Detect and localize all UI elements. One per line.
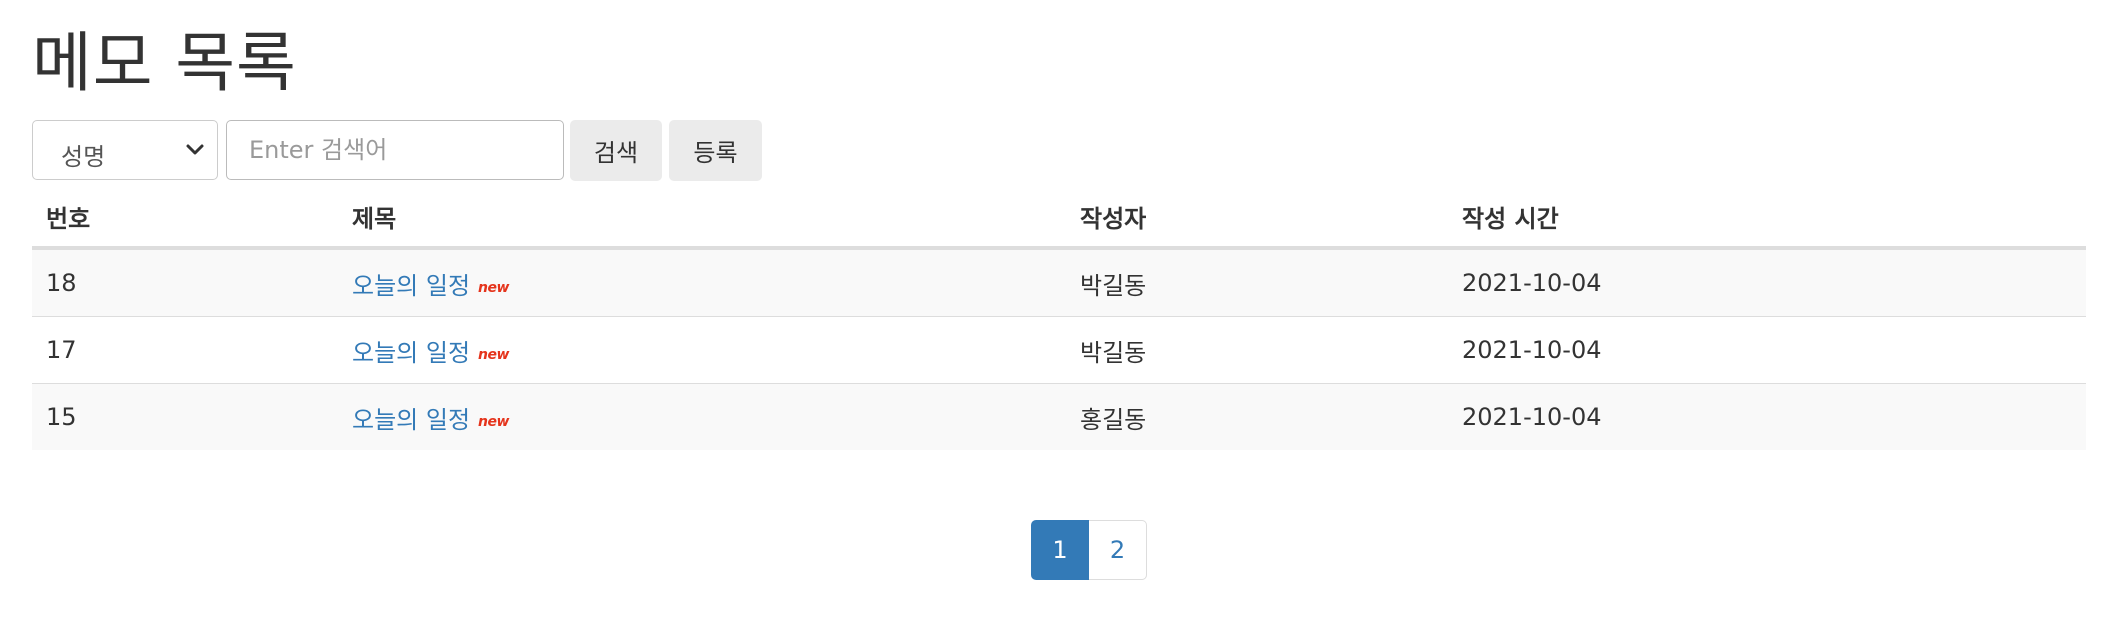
new-badge: new — [478, 346, 509, 363]
table-row: 15 오늘의 일정 new 홍길동 2021-10-04 — [32, 383, 2086, 450]
cell-date: 2021-10-04 — [1448, 316, 2086, 384]
cell-title: 오늘의 일정 new — [338, 316, 1066, 384]
header-writer: 작성자 — [1066, 186, 1448, 250]
header-created-time: 작성 시간 — [1448, 186, 2086, 250]
pagination: 1 2 — [1031, 520, 1147, 582]
chevron-down-icon — [186, 144, 204, 155]
memo-title-link[interactable]: 오늘의 일정 — [352, 406, 470, 434]
memo-title-link[interactable]: 오늘의 일정 — [352, 272, 470, 300]
cell-title: 오늘의 일정 new — [338, 248, 1066, 317]
search-button[interactable]: 검색 — [570, 120, 662, 181]
cell-number: 15 — [32, 383, 338, 450]
page-title: 메모 목록 — [32, 26, 297, 101]
cell-title: 오늘의 일정 new — [338, 383, 1066, 450]
table-row: 18 오늘의 일정 new 박길동 2021-10-04 — [32, 248, 2086, 317]
cell-writer: 박길동 — [1080, 271, 1147, 300]
page-button-2[interactable]: 2 — [1089, 520, 1147, 580]
memo-table: 번호 제목 작성자 작성 시간 18 오늘의 일정 new 박길동 2021-10… — [32, 186, 2086, 450]
search-field-selected: 성명 — [61, 143, 106, 171]
cell-number: 18 — [46, 269, 77, 297]
register-button[interactable]: 등록 — [669, 120, 762, 181]
memo-title-link[interactable]: 오늘의 일정 — [352, 339, 470, 367]
cell-date: 2021-10-04 — [1462, 269, 1602, 297]
cell-writer: 박길동 — [1066, 316, 1448, 384]
header-number: 번호 — [32, 186, 338, 250]
cell-number: 17 — [32, 316, 338, 384]
cell-date: 2021-10-04 — [1448, 383, 2086, 450]
new-badge: new — [478, 413, 509, 430]
new-badge: new — [478, 279, 509, 296]
page-button-1[interactable]: 1 — [1031, 520, 1089, 580]
search-field-select[interactable]: 성명 — [32, 120, 218, 180]
table-header-row: 번호 제목 작성자 작성 시간 — [32, 186, 2086, 250]
search-input[interactable] — [226, 120, 564, 180]
table-row: 17 오늘의 일정 new 박길동 2021-10-04 — [32, 316, 2086, 384]
cell-writer: 홍길동 — [1066, 383, 1448, 450]
header-title: 제목 — [338, 186, 1066, 250]
